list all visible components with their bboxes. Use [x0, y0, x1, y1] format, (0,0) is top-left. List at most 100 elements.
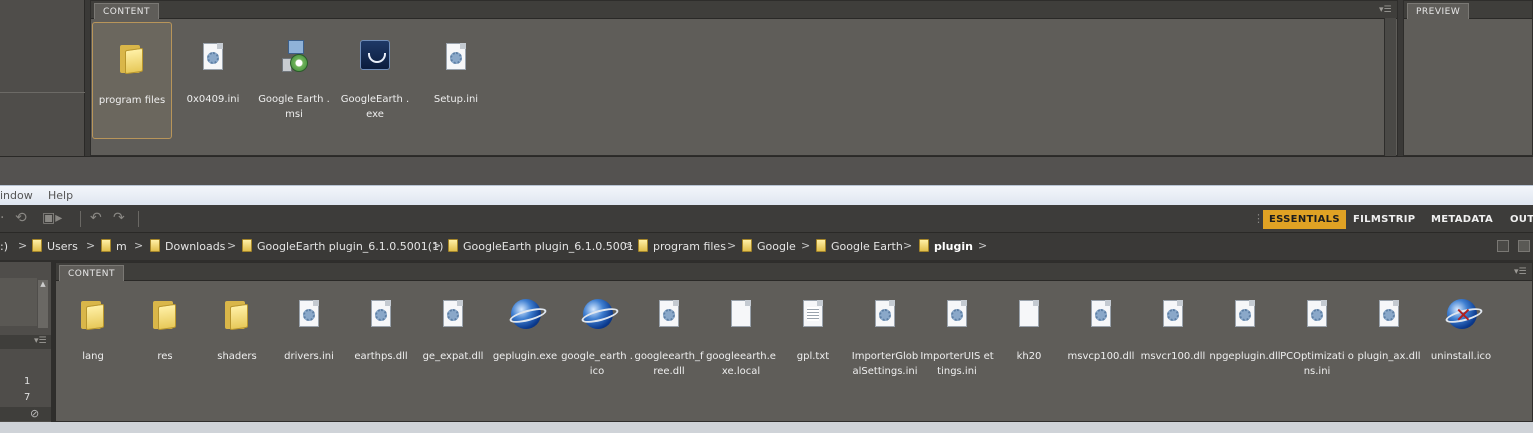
breadcrumb-item[interactable]: GoogleEarth plugin_6.1.0.5001: [448, 239, 634, 255]
file-item[interactable]: program files: [92, 22, 172, 139]
chevron-right-icon[interactable]: >: [18, 239, 27, 252]
workspace-output[interactable]: OUT: [1504, 210, 1533, 229]
text-file-icon: [793, 295, 833, 335]
menu-window[interactable]: indow: [0, 189, 33, 202]
settings-file-icon: [1297, 295, 1337, 335]
menu-help[interactable]: Help: [48, 189, 73, 202]
settings-file-icon: [1081, 295, 1121, 335]
file-label: google_earth .ico: [561, 351, 633, 377]
file-item[interactable]: Google Earth .msi: [254, 22, 334, 139]
chevron-right-icon[interactable]: >: [903, 239, 912, 252]
file-label: plugin_ax.dll: [1357, 351, 1421, 362]
breadcrumb-label: Users: [47, 240, 78, 253]
folder-icon: [150, 239, 160, 252]
breadcrumb-item[interactable]: m: [101, 239, 127, 255]
file-item[interactable]: google_earth .ico: [557, 281, 637, 401]
rotate-left-icon[interactable]: ↶: [90, 210, 102, 226]
panel-menu-icon[interactable]: ▾☰: [1379, 1, 1392, 19]
file-item[interactable]: PCOptimizati ons.ini: [1277, 281, 1357, 401]
breadcrumb-item[interactable]: GoogleEarth plugin_6.1.0.5001(1): [242, 239, 443, 255]
file-item[interactable]: ge_expat.dll: [413, 281, 493, 401]
panel-menu-icon[interactable]: ▾☰: [1514, 263, 1527, 281]
thumbnail-view-icon[interactable]: [1497, 240, 1509, 252]
file-label: googleearth.e xe.local: [706, 351, 776, 377]
folder-icon: [101, 239, 111, 252]
file-item[interactable]: ImporterUIS ettings.ini: [917, 281, 997, 401]
settings-file-icon: [865, 295, 905, 335]
file-item[interactable]: ImporterGlob alSettings.ini: [845, 281, 925, 401]
settings-file-icon: [937, 295, 977, 335]
cancel-icon[interactable]: ⊘: [30, 407, 39, 420]
breadcrumb-label: Downloads: [165, 240, 226, 253]
file-item[interactable]: drivers.ini: [269, 281, 349, 401]
status-bar: [0, 422, 1533, 433]
tab-content[interactable]: CONTENT: [94, 3, 160, 19]
tab-content[interactable]: CONTENT: [59, 265, 125, 281]
file-item[interactable]: GoogleEarth .exe: [335, 22, 415, 139]
file-label: gpl.txt: [796, 351, 830, 362]
file-label: geplugin.exe: [492, 351, 558, 362]
file-label: GoogleEarth .exe: [340, 94, 410, 120]
nav-arrow-icon[interactable]: ·: [0, 210, 4, 226]
file-item[interactable]: geplugin.exe: [485, 281, 565, 401]
file-item[interactable]: msvcp100.dll: [1061, 281, 1141, 401]
workspace-metadata[interactable]: METADATA: [1425, 210, 1499, 229]
chevron-right-icon[interactable]: >: [227, 239, 236, 252]
breadcrumb-item[interactable]: program files: [638, 239, 726, 255]
workspace-filmstrip[interactable]: FILMSTRIP: [1347, 210, 1421, 229]
file-item[interactable]: plugin_ax.dll: [1349, 281, 1429, 401]
rotate-right-icon[interactable]: ↷: [113, 210, 125, 226]
workspace-essentials[interactable]: ESSENTIALS: [1263, 210, 1346, 229]
chevron-right-icon[interactable]: >: [978, 239, 987, 252]
left-panel-scrollbar[interactable]: ▲: [38, 280, 48, 328]
scroll-up-icon[interactable]: ▲: [38, 280, 48, 288]
folder-icon: [242, 239, 252, 252]
breadcrumb-label: program files: [653, 240, 726, 253]
file-item[interactable]: ✕ uninstall.ico: [1421, 281, 1501, 401]
file-item[interactable]: googleearth.e xe.local: [701, 281, 781, 401]
file-item[interactable]: npgeplugin.dll: [1205, 281, 1285, 401]
file-item[interactable]: gpl.txt: [773, 281, 853, 401]
breadcrumb-current[interactable]: plugin: [919, 239, 973, 255]
file-label: uninstall.ico: [1430, 351, 1492, 362]
file-item[interactable]: msvcr100.dll: [1133, 281, 1213, 401]
file-item[interactable]: earthps.dll: [341, 281, 421, 401]
list-view-icon[interactable]: [1518, 240, 1530, 252]
top-window-footer: [0, 156, 1533, 185]
file-item[interactable]: shaders: [197, 281, 277, 401]
chevron-right-icon[interactable]: >: [134, 239, 143, 252]
file-item[interactable]: Setup.ini: [416, 22, 496, 139]
boomerang-icon[interactable]: ⟲: [15, 210, 27, 226]
file-label: Google Earth .msi: [258, 94, 330, 120]
row-number: 7: [24, 392, 31, 403]
file-item[interactable]: googleearth_f ree.dll: [629, 281, 709, 401]
folder-icon: [919, 239, 929, 252]
menu-bar: indow Help: [0, 185, 1533, 205]
file-item[interactable]: res: [125, 281, 205, 401]
file-item[interactable]: lang: [53, 281, 133, 401]
panel-menu-icon[interactable]: ▾☰: [34, 332, 47, 350]
get-photos-icon[interactable]: ▣▸: [42, 210, 62, 226]
file-label: res: [157, 351, 173, 362]
file-item[interactable]: kh20: [989, 281, 1069, 401]
breadcrumb-item[interactable]: Google: [742, 239, 796, 255]
breadcrumb-item[interactable]: Downloads: [150, 239, 225, 255]
chevron-right-icon[interactable]: >: [432, 239, 441, 252]
breadcrumb-item[interactable]: Google Earth: [816, 239, 903, 255]
tab-preview[interactable]: PREVIEW: [1407, 3, 1470, 19]
top-content-scrollbar[interactable]: [1384, 18, 1396, 156]
chevron-right-icon[interactable]: >: [801, 239, 810, 252]
toolbar-separator: [80, 211, 81, 227]
breadcrumb-label: plugin: [934, 240, 973, 253]
chevron-right-icon[interactable]: >: [86, 239, 95, 252]
chevron-right-icon[interactable]: >: [624, 239, 633, 252]
breadcrumb-item[interactable]: :): [0, 239, 8, 255]
file-item[interactable]: 0x0409.ini: [173, 22, 253, 139]
bottom-left-panel: ▲ ▾☰ 1 7 ⊘: [0, 262, 51, 433]
file-label: 0x0409.ini: [186, 94, 240, 105]
settings-file-icon: [1369, 295, 1409, 335]
chevron-right-icon[interactable]: >: [727, 239, 736, 252]
content-panel-header: CONTENT ▾☰: [56, 263, 1532, 281]
settings-file-icon: [436, 38, 476, 78]
breadcrumb-item[interactable]: Users: [32, 239, 78, 255]
